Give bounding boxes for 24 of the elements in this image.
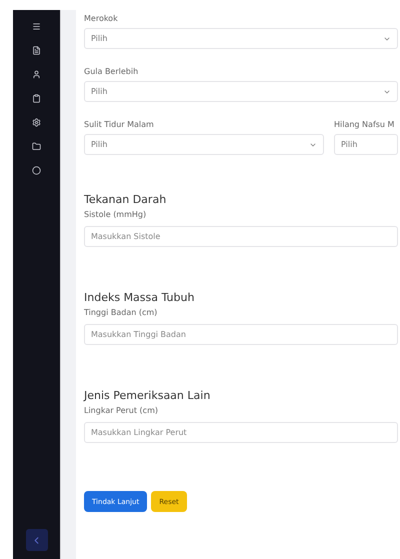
- input-field[interactable]: Masukkan Sistole: [84, 226, 398, 247]
- field-label: Hilang Nafsu M: [334, 120, 396, 129]
- select-field[interactable]: Pilih: [84, 81, 398, 102]
- field-label: Lingkar Perut (cm): [84, 406, 159, 415]
- document-icon[interactable]: [32, 46, 41, 55]
- clipboard-icon[interactable]: [32, 94, 41, 103]
- circle-icon[interactable]: [32, 166, 41, 175]
- user-icon[interactable]: [32, 70, 41, 79]
- field-label: Gula Berlebih: [84, 67, 140, 76]
- settings-icon[interactable]: [32, 118, 41, 127]
- input-field[interactable]: Masukkan Tinggi Badan: [84, 324, 398, 345]
- input-field[interactable]: Masukkan Lingkar Perut: [84, 422, 398, 443]
- field-label: Sistole (mmHg): [84, 210, 148, 219]
- section-title: Tekanan Darah: [84, 193, 168, 206]
- section-title: Jenis Pemeriksaan Lain: [84, 389, 212, 402]
- select-field[interactable]: Pilih: [84, 28, 398, 49]
- folder-icon[interactable]: [32, 142, 41, 151]
- section-title: Indeks Massa Tubuh: [84, 291, 196, 304]
- field-label: Sulit Tidur Malam: [84, 120, 155, 129]
- menu-icon[interactable]: [32, 22, 41, 31]
- select-field[interactable]: Pilih: [84, 134, 324, 155]
- select-field[interactable]: Pilih: [334, 134, 398, 155]
- field-label: Merokok: [84, 14, 119, 23]
- field-label: Tinggi Badan (cm): [84, 308, 158, 317]
